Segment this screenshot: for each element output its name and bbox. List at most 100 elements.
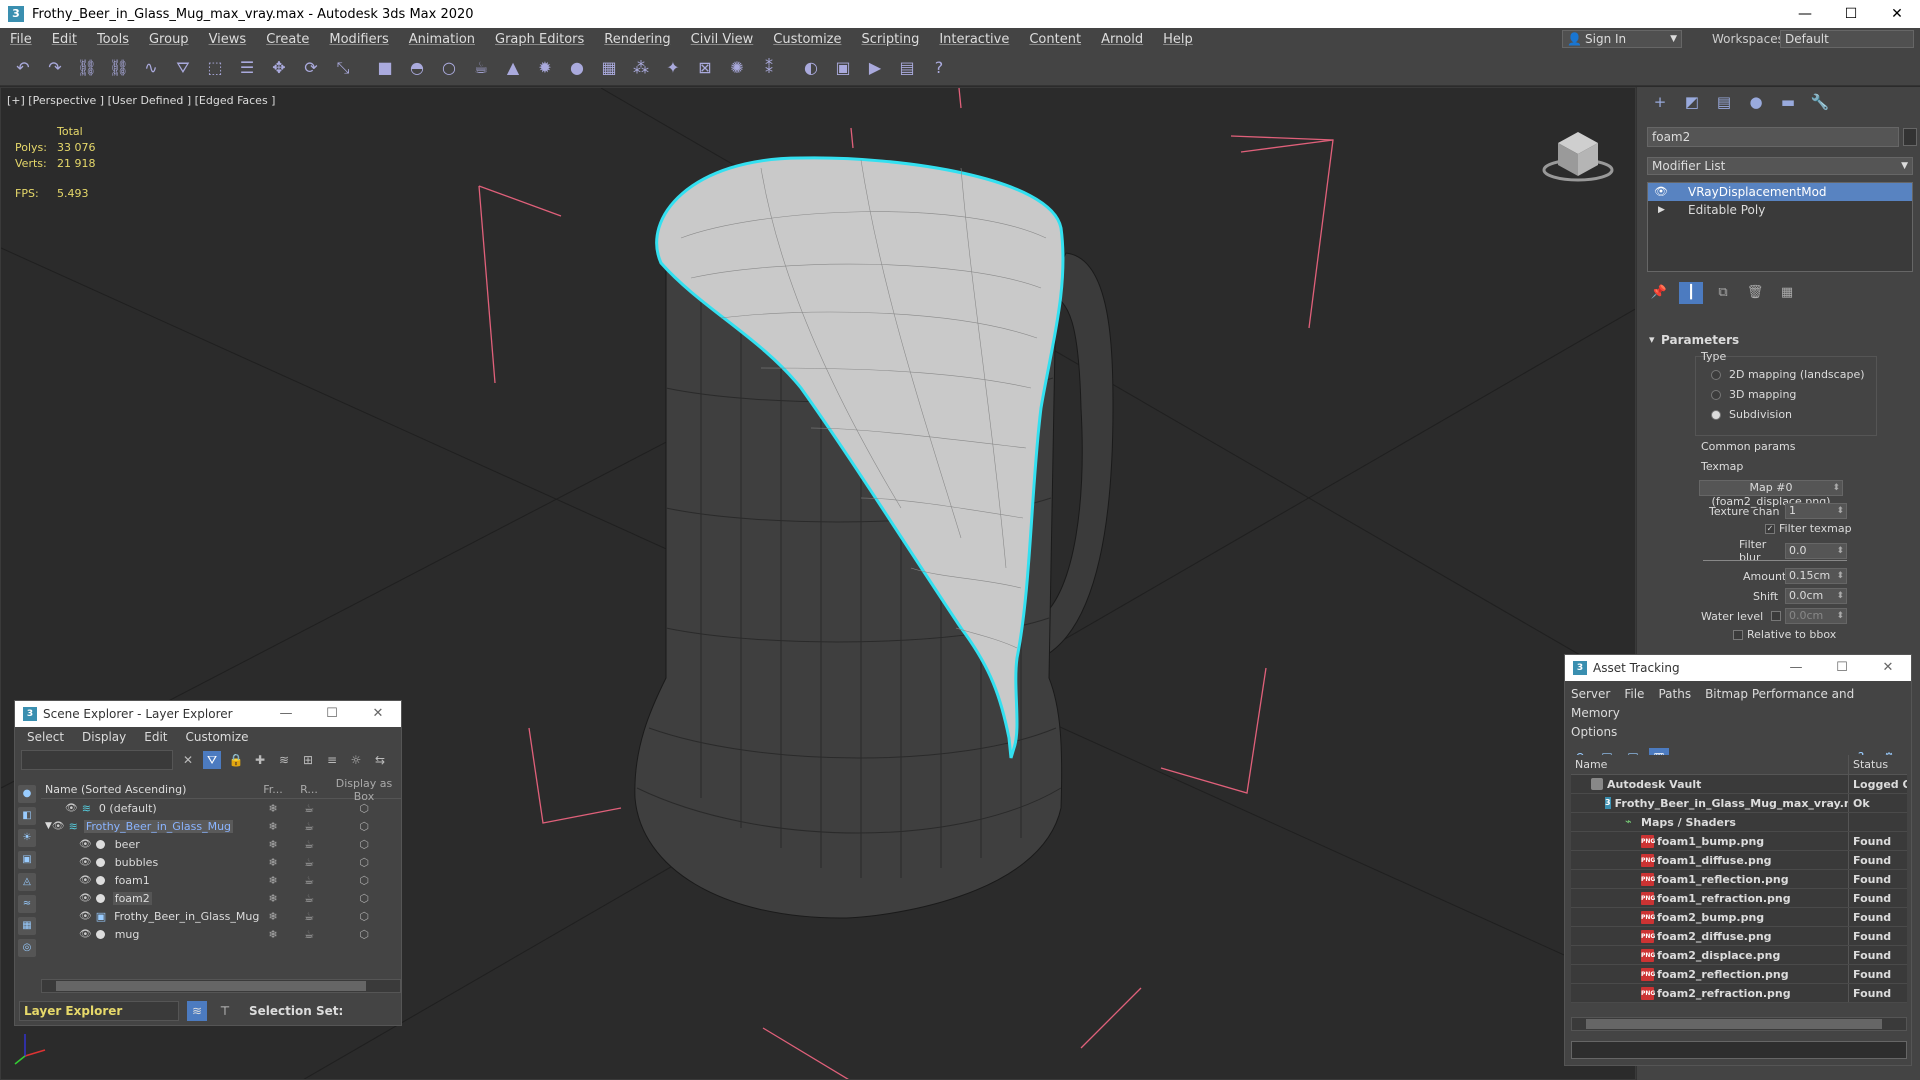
undo-icon[interactable]: ↶: [10, 55, 36, 81]
filter-blur-spinner[interactable]: 0.0: [1785, 543, 1847, 559]
visibility-eye-icon[interactable]: 👁: [79, 911, 92, 922]
amount-spinner[interactable]: 0.15cm: [1785, 568, 1847, 584]
display-box-icon[interactable]: ⬡: [327, 838, 401, 851]
menu-interactive[interactable]: Interactive: [929, 32, 1019, 47]
create-tab-icon[interactable]: +: [1647, 91, 1673, 113]
column-name[interactable]: Name: [1571, 755, 1849, 774]
se-menu-display[interactable]: Display: [82, 730, 126, 744]
table-row[interactable]: PNG foam2_reflection.png Found: [1571, 965, 1907, 984]
stack-item-vraydisplacementmod[interactable]: 👁 VRayDisplacementMod: [1648, 183, 1912, 201]
menu-group[interactable]: Group: [139, 32, 199, 47]
teapot-icon[interactable]: ☕: [468, 55, 494, 81]
add-to-layer-icon[interactable]: ≋: [275, 751, 293, 769]
move-icon[interactable]: ✥: [266, 55, 292, 81]
workspace-select[interactable]: Default: [1780, 30, 1914, 48]
table-row[interactable]: Autodesk Vault Logged Ou: [1571, 775, 1907, 794]
display-lights-icon[interactable]: ☀: [18, 829, 36, 847]
visibility-eye-icon[interactable]: 👁: [79, 929, 92, 940]
at-menu-server[interactable]: Server: [1571, 687, 1610, 701]
help-icon[interactable]: ?: [926, 55, 952, 81]
grid-icon[interactable]: ▦: [596, 55, 622, 81]
modify-tab-icon[interactable]: ◩: [1679, 91, 1705, 113]
column-freeze[interactable]: Fr...: [255, 783, 291, 796]
layers-icon[interactable]: ≡: [323, 751, 341, 769]
filter-texmap-checkbox[interactable]: ✓ Filter texmap: [1765, 522, 1852, 535]
menu-modifiers[interactable]: Modifiers: [319, 32, 398, 47]
se-menu-select[interactable]: Select: [27, 730, 64, 744]
frame-buffer-icon[interactable]: ▤: [894, 55, 920, 81]
clear-search-icon[interactable]: ✕: [179, 751, 197, 769]
omni-icon[interactable]: ●: [564, 55, 590, 81]
table-row[interactable]: ⌁ Maps / Shaders: [1571, 813, 1907, 832]
menu-content[interactable]: Content: [1019, 32, 1091, 47]
close-icon[interactable]: ✕: [1874, 0, 1920, 28]
viewcube-icon[interactable]: [1536, 118, 1616, 188]
material-icon[interactable]: ◐: [798, 55, 824, 81]
explorer-select[interactable]: Layer Explorer: [19, 1001, 179, 1021]
create-layer-icon[interactable]: ✚: [251, 751, 269, 769]
sign-in-dropdown[interactable]: 👤 Sign In ▼: [1562, 30, 1682, 48]
table-row[interactable]: 👁 bubbles ❄ ☕ ⬡: [41, 853, 401, 871]
sync-selection-icon[interactable]: ⇆: [371, 751, 389, 769]
stack-item-editable-poly[interactable]: ▶ Editable Poly: [1648, 201, 1912, 219]
horizontal-scrollbar[interactable]: [1571, 1017, 1907, 1031]
lock-icon[interactable]: 🔒: [227, 751, 245, 769]
show-end-result-icon[interactable]: ┃: [1679, 282, 1703, 304]
horizontal-scrollbar[interactable]: [41, 979, 401, 993]
se-menu-customize[interactable]: Customize: [186, 730, 249, 744]
table-row[interactable]: PNG foam2_diffuse.png Found: [1571, 927, 1907, 946]
render-teapot-icon[interactable]: ☕: [291, 928, 327, 941]
display-box-icon[interactable]: ⬡: [327, 820, 401, 833]
menu-customize[interactable]: Customize: [763, 32, 851, 47]
layers-mode-icon[interactable]: ≋: [187, 1001, 207, 1021]
display-box-icon[interactable]: ⬡: [327, 910, 401, 923]
make-unique-icon[interactable]: ⧉: [1711, 282, 1735, 304]
table-row[interactable]: PNG foam2_bump.png Found: [1571, 908, 1907, 927]
pin-stack-icon[interactable]: 📌: [1647, 282, 1671, 304]
menu-graph-editors[interactable]: Graph Editors: [485, 32, 594, 47]
bind-space-warp-icon[interactable]: ∿: [138, 55, 164, 81]
filter-icon[interactable]: ⛛: [203, 751, 221, 769]
table-row[interactable]: PNG foam1_bump.png Found: [1571, 832, 1907, 851]
at-menu-options[interactable]: Options: [1571, 725, 1617, 739]
table-row[interactable]: ▼ 👁 ≋ Frothy_Beer_in_Glass_Mug ❄ ☕ ⬡: [41, 817, 401, 835]
bones-icon[interactable]: ✦: [660, 55, 686, 81]
menu-edit[interactable]: Edit: [42, 32, 87, 47]
freeze-icon[interactable]: ❄: [255, 802, 291, 815]
menu-scripting[interactable]: Scripting: [852, 32, 930, 47]
render-teapot-icon[interactable]: ☕: [291, 910, 327, 923]
freeze-icon[interactable]: ❄: [255, 820, 291, 833]
expand-triangle-icon[interactable]: ▼: [45, 821, 52, 831]
object-name-field[interactable]: foam2: [1647, 127, 1899, 147]
select-object-icon[interactable]: ⬚: [202, 55, 228, 81]
render-setup-icon[interactable]: ▣: [830, 55, 856, 81]
menu-create[interactable]: Create: [256, 32, 319, 47]
water-level-checkbox[interactable]: [1771, 611, 1781, 621]
asset-path-field[interactable]: [1571, 1041, 1907, 1059]
shift-spinner[interactable]: 0.0cm: [1785, 588, 1847, 604]
scene-explorer-titlebar[interactable]: 3 Scene Explorer - Layer Explorer — ☐ ✕: [15, 701, 401, 727]
remove-modifier-icon[interactable]: 🗑: [1743, 282, 1767, 304]
render-teapot-icon[interactable]: ☕: [291, 820, 327, 833]
menu-arnold[interactable]: Arnold: [1091, 32, 1153, 47]
table-row[interactable]: 👁 ≋ 0 (default) ❄ ☕ ⬡: [41, 799, 401, 817]
freeze-icon[interactable]: ❄: [255, 838, 291, 851]
menu-civil-view[interactable]: Civil View: [681, 32, 764, 47]
hair-icon[interactable]: ✺: [724, 55, 750, 81]
minimize-icon[interactable]: —: [1782, 0, 1828, 28]
table-row[interactable]: 👁 beer ❄ ☕ ⬡: [41, 835, 401, 853]
table-row[interactable]: 👁 mug ❄ ☕ ⬡: [41, 925, 401, 943]
texture-chan-spinner[interactable]: 1: [1785, 503, 1847, 519]
minimize-icon[interactable]: —: [263, 701, 309, 727]
visibility-eye-icon[interactable]: 👁: [79, 893, 92, 904]
table-row[interactable]: 👁 ▣ Frothy_Beer_in_Glass_Mug ❄ ☕ ⬡: [41, 907, 401, 925]
highlight-icon[interactable]: ☼: [347, 751, 365, 769]
display-shapes-icon[interactable]: ◧: [18, 807, 36, 825]
freeze-icon[interactable]: ❄: [255, 910, 291, 923]
display-spacewarps-icon[interactable]: ≈: [18, 895, 36, 913]
parameters-rollout-header[interactable]: Parameters: [1647, 330, 1913, 350]
visibility-eye-icon[interactable]: 👁: [65, 803, 78, 814]
menu-help[interactable]: Help: [1153, 32, 1203, 47]
at-menu-file[interactable]: File: [1624, 687, 1644, 701]
box-icon[interactable]: ■: [372, 55, 398, 81]
